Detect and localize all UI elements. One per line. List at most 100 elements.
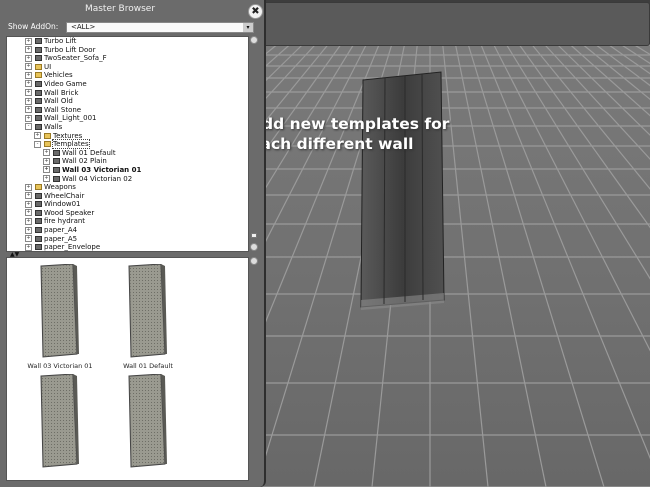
tree-item-label: Wall 01 Default <box>62 148 116 157</box>
expand-icon[interactable]: + <box>25 235 32 243</box>
folder-icon <box>44 141 51 148</box>
expand-icon[interactable]: + <box>25 217 32 225</box>
tree-item[interactable]: + paper_Envelope <box>7 243 248 252</box>
object-icon <box>35 89 42 96</box>
tree-item[interactable]: + UI <box>7 63 248 72</box>
object-icon <box>35 209 42 216</box>
expand-icon[interactable]: + <box>25 106 32 114</box>
object-icon <box>35 192 42 199</box>
expand-icon[interactable]: + <box>25 192 32 200</box>
collapse-icon[interactable]: - <box>25 123 32 131</box>
wall-object[interactable] <box>360 71 445 310</box>
expand-icon[interactable]: + <box>25 97 32 105</box>
close-button[interactable]: ✖ <box>248 4 263 19</box>
collapse-icon[interactable]: - <box>34 140 41 148</box>
expand-icon[interactable]: + <box>25 37 32 45</box>
tree-item[interactable]: + Wall_Light_001 <box>7 114 248 123</box>
tree-item[interactable]: + Wall 02 Plain <box>7 157 248 166</box>
object-icon <box>35 218 42 225</box>
scroll-down-icon[interactable] <box>250 243 258 251</box>
expand-icon[interactable]: + <box>25 46 32 54</box>
tree-item[interactable]: - Walls <box>7 123 248 132</box>
tree-item[interactable]: + fire hydrant <box>7 217 248 226</box>
expand-icon[interactable]: + <box>25 71 32 79</box>
expand-icon[interactable]: + <box>25 183 32 191</box>
tree-scrollbar[interactable] <box>250 36 259 252</box>
expand-icon[interactable]: + <box>25 54 32 62</box>
expand-icon[interactable]: + <box>25 114 32 122</box>
annotation-text: Add new templates for each different wal… <box>250 114 449 154</box>
tree-item[interactable]: + Video Game <box>7 80 248 89</box>
close-icon: ✖ <box>251 6 260 17</box>
tree-item[interactable]: + Wall 03 Victorian 01 <box>7 166 248 175</box>
folder-icon <box>35 63 42 70</box>
object-icon <box>53 149 60 156</box>
tree-item[interactable]: + Window01 <box>7 200 248 209</box>
tree-item[interactable]: + Weapons <box>7 183 248 192</box>
tree-item[interactable]: + Wood Speaker <box>7 209 248 218</box>
expand-icon[interactable]: + <box>25 80 32 88</box>
tree-item[interactable]: + TwoSeater_Sofa_F <box>7 54 248 63</box>
template-thumbnail[interactable] <box>35 373 85 479</box>
thumbnail-grid[interactable]: Wall 03 Victorian 01 Wall 01 Default <box>6 257 249 481</box>
object-icon <box>35 80 42 87</box>
tree-item-label: Wall Brick <box>44 88 79 97</box>
tree-item-label: Templates <box>52 139 90 150</box>
expand-icon[interactable]: + <box>25 200 32 208</box>
tree-scroll-thumb[interactable] <box>251 233 257 238</box>
tree-item-label: WheelChair <box>44 191 85 200</box>
window-title: Master Browser <box>84 4 156 14</box>
template-thumbnail[interactable] <box>123 373 173 479</box>
tree-item[interactable]: + Textures <box>7 132 248 141</box>
asset-tree[interactable]: + Turbo Lift + Turbo Lift Door + TwoSeater_So… <box>6 36 249 252</box>
object-icon <box>35 201 42 208</box>
tree-item[interactable]: + Wall Stone <box>7 106 248 115</box>
tree-item[interactable]: + Turbo Lift Door <box>7 46 248 55</box>
expand-icon[interactable]: + <box>25 89 32 97</box>
tree-item-label: Wood Speaker <box>44 208 95 217</box>
object-icon <box>35 123 42 130</box>
tree-item[interactable]: + Turbo Lift <box>7 37 248 46</box>
wall-preview <box>40 263 79 358</box>
template-thumbnail[interactable]: Wall 01 Default <box>123 263 173 370</box>
tree-item-label: Window01 <box>44 200 81 209</box>
object-icon <box>35 115 42 122</box>
tree-item-label: paper_Envelope <box>44 243 101 252</box>
tree-item[interactable]: + Wall Brick <box>7 89 248 98</box>
tree-item-label: Walls <box>44 122 63 131</box>
tree-item[interactable]: + paper_A4 <box>7 226 248 235</box>
tree-item-label: Wall Stone <box>44 105 82 114</box>
tree-item[interactable]: - Templates <box>7 139 248 150</box>
wall-preview <box>40 373 79 468</box>
tree-item[interactable]: + Wall 01 Default <box>7 149 248 158</box>
expand-icon[interactable]: + <box>43 175 50 182</box>
tree-item-label: Textures <box>53 131 83 140</box>
title-bar[interactable]: Master Browser ✖ <box>0 0 266 22</box>
expand-icon[interactable]: + <box>25 243 32 251</box>
object-icon <box>35 235 42 242</box>
tree-item[interactable]: + WheelChair <box>7 192 248 201</box>
tree-item[interactable]: + paper_A5 <box>7 235 248 244</box>
tree-item-label: Video Game <box>44 79 87 88</box>
viewport-toolbar <box>262 2 650 46</box>
addon-filter-select[interactable]: <ALL> ▾ <box>66 22 254 33</box>
tree-item[interactable]: + Vehicles <box>7 71 248 80</box>
expand-icon[interactable]: + <box>43 166 50 174</box>
expand-icon[interactable]: + <box>25 226 32 234</box>
expand-icon[interactable]: + <box>34 132 41 140</box>
chevron-down-icon[interactable]: ▾ <box>243 23 253 32</box>
template-thumbnail[interactable]: Wall 03 Victorian 01 <box>27 263 93 370</box>
scroll-up-icon[interactable] <box>250 36 258 44</box>
expand-icon[interactable]: + <box>43 157 50 165</box>
tree-item[interactable]: + Wall 04 Victorian 02 <box>7 175 248 184</box>
expand-icon[interactable]: + <box>43 149 50 157</box>
scroll-up-icon[interactable] <box>250 257 258 265</box>
thumbnail-scrollbar[interactable] <box>250 257 259 481</box>
expand-icon[interactable]: + <box>25 209 32 217</box>
tree-item[interactable]: + Wall Old <box>7 97 248 106</box>
tree-item-label: Wall_Light_001 <box>44 114 97 123</box>
object-icon <box>35 98 42 105</box>
thumbnail-label: Wall 03 Victorian 01 <box>27 362 93 370</box>
expand-icon[interactable]: + <box>25 63 32 71</box>
thumbnail-label: Wall 01 Default <box>123 362 173 370</box>
